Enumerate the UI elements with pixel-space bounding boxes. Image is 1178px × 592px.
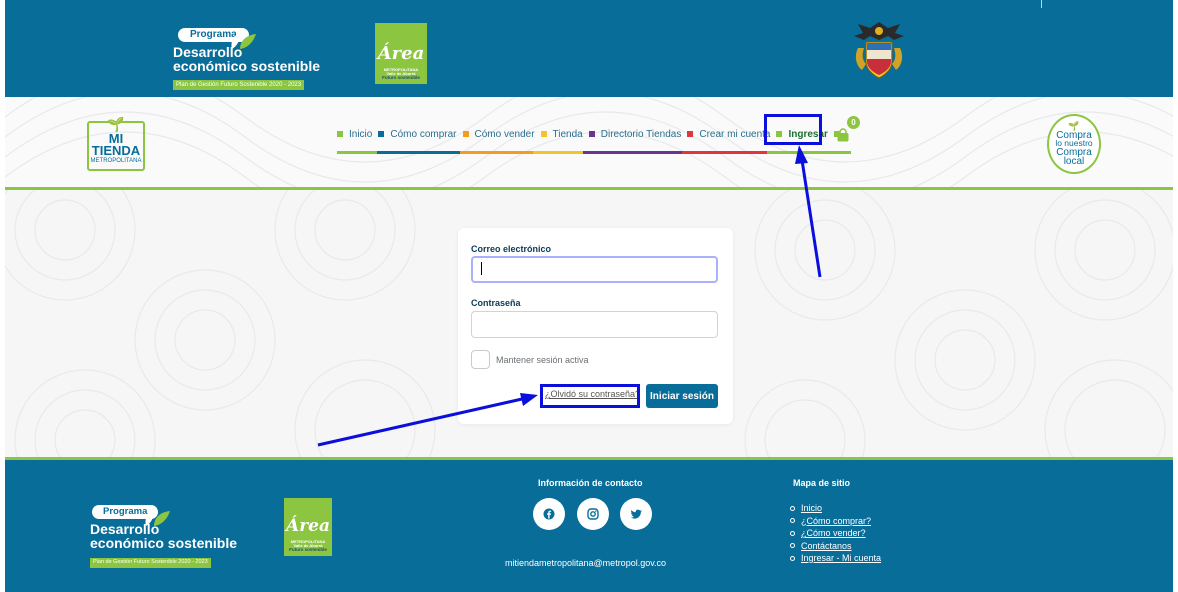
- leaf-icon: [228, 31, 258, 51]
- sitemap-link-como-comprar[interactable]: ¿Cómo comprar?: [801, 515, 871, 528]
- footer-area-metropolitana-logo: Área METROPOLITANA Valle de Aburrá Futur…: [284, 498, 332, 556]
- mi-tienda-logo[interactable]: 🌱 MI TIENDA METROPOLITANA: [87, 117, 145, 171]
- nav-square-icon: [337, 131, 343, 137]
- coat-of-arms-icon: [848, 18, 910, 84]
- tienda-leaf-icon: 🌱: [107, 116, 125, 132]
- sitemap-link-inicio[interactable]: Inicio: [801, 502, 822, 515]
- sitemap-link-contactanos[interactable]: Contáctanos: [801, 540, 852, 553]
- contact-heading: Información de contacto: [538, 478, 643, 488]
- footer-leaf-icon: [142, 508, 172, 528]
- sitemap-item: ¿Cómo comprar?: [790, 515, 881, 528]
- nav-label: Inicio: [349, 128, 373, 140]
- compra-local-logo: 🌱 Compra lo nuestro Compra local: [1047, 114, 1101, 174]
- bullet-icon: [790, 505, 795, 511]
- twitter-icon[interactable]: [620, 498, 652, 530]
- email-field[interactable]: [471, 256, 718, 283]
- bullet-icon: [790, 555, 795, 561]
- nav-item-inicio[interactable]: Inicio: [337, 128, 372, 140]
- login-button[interactable]: Iniciar sesión: [646, 384, 718, 408]
- bullet-icon: [790, 543, 795, 549]
- remember-session-checkbox[interactable]: [471, 350, 490, 369]
- area-line3: Futuro sostenible: [382, 75, 420, 81]
- nav-underline-como-comprar: [377, 151, 460, 154]
- facebook-icon[interactable]: [533, 498, 565, 530]
- nav-label: Cómo vender: [474, 128, 535, 140]
- sitemap-list: Inicio ¿Cómo comprar? ¿Cómo vender? Cont…: [790, 502, 881, 565]
- bullet-icon: [790, 530, 795, 536]
- nav-label: Cómo comprar: [390, 128, 457, 140]
- instagram-icon[interactable]: [577, 498, 609, 530]
- footer-program-logo: Programa Desarrollo económico sostenible…: [90, 501, 240, 568]
- nav-item-directorio-tiendas[interactable]: Directorio Tiendas: [588, 128, 682, 140]
- nav-label: Directorio Tiendas: [600, 128, 682, 140]
- program-plan: Plan de Gestión Futuro Sostenible 2020 -…: [173, 80, 305, 90]
- nav-underline-directorio: [583, 151, 682, 154]
- footer-area-line3: Futuro sostenible: [289, 547, 327, 553]
- sitemap-heading: Mapa de sitio: [793, 478, 851, 488]
- password-field[interactable]: [471, 311, 718, 338]
- area-script: Área: [377, 42, 425, 64]
- tienda-logo-line3: METROPOLITANA: [90, 157, 142, 164]
- nav-square-icon: [540, 131, 547, 137]
- nav-item-tienda[interactable]: Tienda: [540, 128, 583, 140]
- footer-program-plan: Plan de Gestión Futuro Sostenible 2020 -…: [90, 558, 211, 568]
- program-logo: Programa Desarrollo económico sostenible…: [173, 24, 338, 90]
- remember-session-label: Mantener sesión activa: [496, 355, 589, 365]
- password-label: Contraseña: [471, 298, 521, 308]
- contact-email[interactable]: mitiendametropolitana@metropol.gov.co: [505, 558, 666, 568]
- sitemap-item: Inicio: [790, 502, 881, 515]
- shopping-bag-icon[interactable]: [836, 128, 850, 142]
- nav-underline-inicio: [337, 151, 377, 154]
- top-divider: [1041, 0, 1042, 8]
- footer-area-script: Área: [286, 515, 330, 536]
- nav-square-icon: [687, 131, 694, 137]
- sitemap-item: Contáctanos: [790, 540, 881, 553]
- nav-label: Tienda: [552, 128, 583, 140]
- text-caret: [481, 262, 482, 275]
- forgot-password-highlight-box: [540, 384, 640, 408]
- nav-square-icon: [378, 131, 385, 137]
- nav-item-como-comprar[interactable]: Cómo comprar: [378, 128, 457, 140]
- ingresar-highlight-box: [764, 114, 822, 145]
- nav-item-como-vender[interactable]: Cómo vender: [462, 128, 535, 140]
- page: Programa Desarrollo económico sostenible…: [0, 0, 1178, 592]
- program-line2: económico sostenible: [173, 58, 321, 74]
- email-label: Correo electrónico: [471, 244, 552, 254]
- nav-item-crear-mi-cuenta[interactable]: Crear mi cuenta: [687, 128, 770, 140]
- nav-label: Crear mi cuenta: [699, 128, 771, 140]
- sitemap-item: Ingresar - Mi cuenta: [790, 552, 881, 565]
- cart-count-badge: 0: [847, 116, 860, 129]
- nav-underline-tienda: [533, 151, 583, 154]
- sitemap-link-como-vender[interactable]: ¿Cómo vender?: [801, 527, 866, 540]
- sitemap-link-ingresar[interactable]: Ingresar - Mi cuenta: [801, 552, 881, 565]
- sitemap-item: ¿Cómo vender?: [790, 527, 881, 540]
- nav-underline-ingresar: [767, 151, 851, 154]
- nav-underline-crear: [682, 151, 767, 154]
- nav-square-icon: [462, 131, 469, 137]
- tienda-logo-line2: TIENDA: [91, 143, 141, 159]
- area-metropolitana-logo: Área METROPOLITANA Valle de Aburrá Futur…: [375, 23, 427, 84]
- footer-program-line2: económico sostenible: [90, 535, 238, 551]
- bullet-icon: [790, 518, 795, 524]
- nav-underline-como-vender: [460, 151, 533, 154]
- compra-line4: local: [1063, 155, 1085, 167]
- nav-square-icon: [588, 131, 595, 137]
